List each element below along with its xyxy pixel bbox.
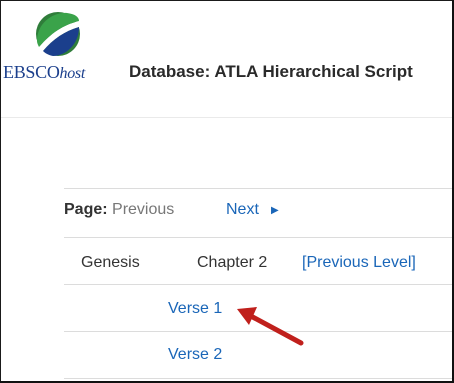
next-arrow-icon[interactable]: ▶ xyxy=(271,205,279,216)
previous-level-link[interactable]: [Previous Level] xyxy=(302,254,416,272)
divider xyxy=(64,237,453,238)
divider xyxy=(64,188,453,189)
verse-link[interactable]: Verse 2 xyxy=(168,346,222,364)
pager: Page: Previous Next ▶ xyxy=(64,201,279,219)
brand-logo-text: EBSCOhost xyxy=(3,62,85,83)
screenshot-frame: EBSCOhost Database: ATLA Hierarchical Sc… xyxy=(0,0,454,383)
ebsco-logo-icon xyxy=(36,12,80,56)
divider xyxy=(64,378,453,379)
database-title: Database: ATLA Hierarchical Script xyxy=(129,62,413,81)
header-divider xyxy=(1,117,453,118)
brand-name: EBSCO xyxy=(3,62,60,82)
chapter-label: Chapter 2 xyxy=(197,254,268,271)
previous-page-link: Previous xyxy=(112,201,175,218)
divider xyxy=(64,284,453,285)
brand-host: host xyxy=(59,65,86,82)
annotation-arrow-icon xyxy=(237,307,304,346)
next-page-link[interactable]: Next xyxy=(226,201,259,219)
header: EBSCOhost Database: ATLA Hierarchical Sc… xyxy=(1,1,453,117)
verse-link[interactable]: Verse 1 xyxy=(168,300,222,318)
pager-label: Page: xyxy=(64,201,108,218)
book-label: Genesis xyxy=(81,254,140,271)
